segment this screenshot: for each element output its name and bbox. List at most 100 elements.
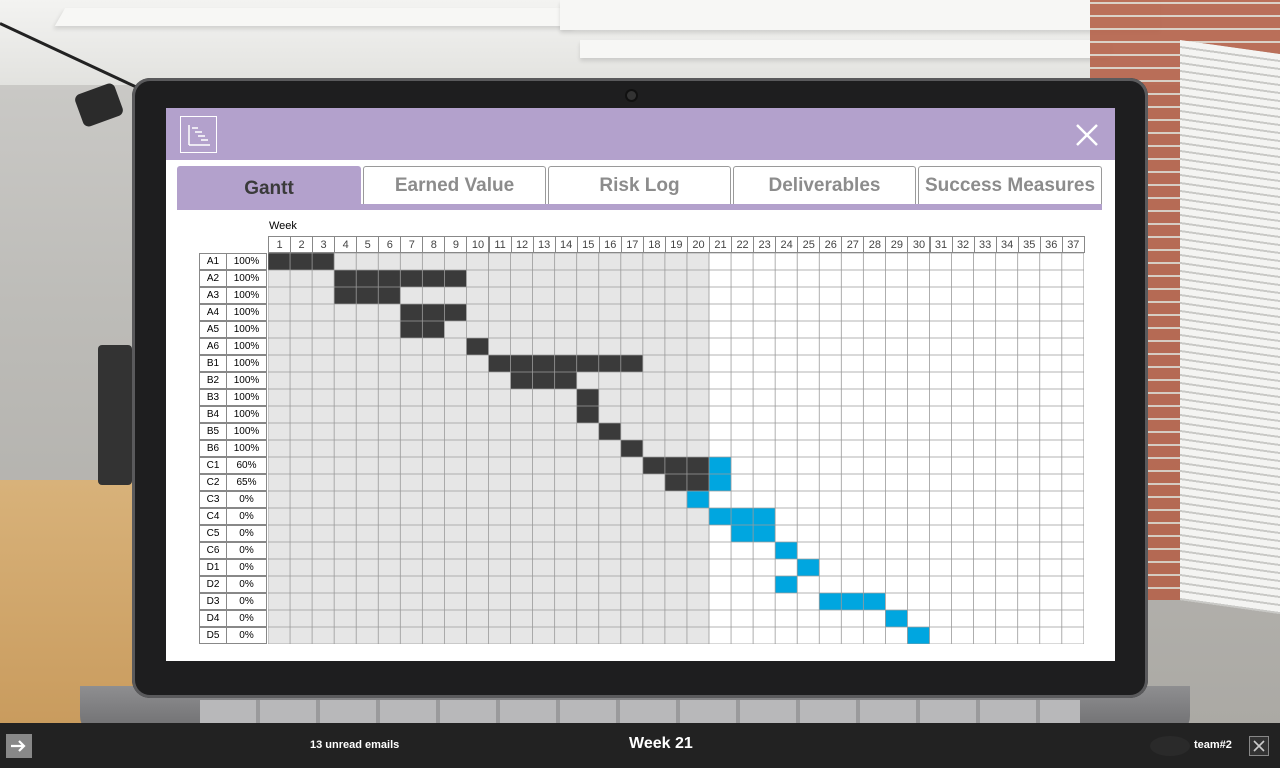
- done-cell-B2-w12: [510, 372, 533, 389]
- week-header-29: 29: [885, 236, 909, 253]
- planned-cell-C1-w21: [709, 457, 732, 474]
- week-header-10: 10: [466, 236, 490, 253]
- done-cell-B2-w13: [532, 372, 555, 389]
- done-cell-C2-w19: [664, 474, 687, 491]
- chair: [98, 345, 132, 485]
- planned-cell-D5-w30: [907, 627, 930, 644]
- planned-cell-C3-w20: [686, 491, 709, 508]
- done-cell-B1-w13: [532, 355, 555, 372]
- week-header-9: 9: [444, 236, 468, 253]
- week-header-34: 34: [995, 236, 1019, 253]
- ceiling-beam: [54, 8, 586, 26]
- task-id: D5: [199, 627, 227, 644]
- done-cell-B1-w11: [488, 355, 511, 372]
- planned-cell-D2-w24: [775, 576, 798, 593]
- week-header-12: 12: [510, 236, 534, 253]
- task-percent-complete: 0%: [227, 610, 267, 627]
- planned-cell-C4-w22: [731, 508, 754, 525]
- done-cell-B1-w12: [510, 355, 533, 372]
- done-cell-A4-w8: [422, 304, 445, 321]
- task-percent-complete: 100%: [227, 338, 267, 355]
- task-percent-complete: 60%: [227, 457, 267, 474]
- tab-earned-value[interactable]: Earned Value: [363, 166, 546, 204]
- navigate-arrow-button[interactable]: [6, 734, 32, 758]
- task-id: A5: [199, 321, 227, 338]
- week-header-2: 2: [290, 236, 314, 253]
- week-header-23: 23: [753, 236, 777, 253]
- scene-background: Gantt Earned Value Risk Log Deliverables…: [0, 0, 1280, 768]
- task-id: C6: [199, 542, 227, 559]
- done-cell-B2-w14: [554, 372, 577, 389]
- team-name: team#2: [1194, 739, 1232, 751]
- planned-cell-D3-w28: [863, 593, 886, 610]
- task-percent-complete: 100%: [227, 253, 267, 270]
- week-header-37: 37: [1061, 236, 1085, 253]
- webcam: [627, 91, 636, 100]
- task-id: C2: [199, 474, 227, 491]
- done-cell-A2-w6: [378, 270, 401, 287]
- planned-cell-C4-w23: [753, 508, 776, 525]
- week-header-28: 28: [863, 236, 887, 253]
- week-header-25: 25: [797, 236, 821, 253]
- tab-success-measures[interactable]: Success Measures: [918, 166, 1102, 204]
- week-header-26: 26: [819, 236, 843, 253]
- week-header-4: 4: [334, 236, 358, 253]
- done-cell-B1-w17: [620, 355, 643, 372]
- task-percent-complete: 100%: [227, 406, 267, 423]
- done-cell-A3-w6: [378, 287, 401, 304]
- week-header-6: 6: [378, 236, 402, 253]
- spot-lamp: [73, 81, 125, 129]
- task-percent-complete: 0%: [227, 542, 267, 559]
- tab-deliverables[interactable]: Deliverables: [733, 166, 916, 204]
- app-window: Gantt Earned Value Risk Log Deliverables…: [166, 108, 1115, 661]
- task-id: C4: [199, 508, 227, 525]
- done-cell-C1-w18: [642, 457, 665, 474]
- task-id: C5: [199, 525, 227, 542]
- planned-cell-D3-w27: [841, 593, 864, 610]
- planned-cell-C4-w21: [709, 508, 732, 525]
- week-header-3: 3: [312, 236, 336, 253]
- mouse: [1150, 736, 1190, 756]
- done-cell-A3-w4: [334, 287, 357, 304]
- done-cell-B1-w15: [576, 355, 599, 372]
- week-header-30: 30: [907, 236, 931, 253]
- task-id: B1: [199, 355, 227, 372]
- week-header-15: 15: [576, 236, 600, 253]
- done-cell-A6-w10: [466, 338, 489, 355]
- task-percent-complete: 100%: [227, 287, 267, 304]
- week-header-11: 11: [488, 236, 512, 253]
- task-percent-complete: 0%: [227, 508, 267, 525]
- done-cell-B1-w14: [554, 355, 577, 372]
- task-percent-complete: 100%: [227, 372, 267, 389]
- done-cell-A4-w7: [400, 304, 423, 321]
- week-header-14: 14: [554, 236, 578, 253]
- task-id: B4: [199, 406, 227, 423]
- week-header-17: 17: [620, 236, 644, 253]
- week-header-20: 20: [686, 236, 710, 253]
- week-header-32: 32: [951, 236, 975, 253]
- title-bar: [166, 108, 1115, 160]
- task-percent-complete: 0%: [227, 576, 267, 593]
- tab-risk-log[interactable]: Risk Log: [548, 166, 731, 204]
- done-cell-A2-w7: [400, 270, 423, 287]
- task-percent-complete: 0%: [227, 559, 267, 576]
- planned-cell-C6-w24: [775, 542, 798, 559]
- week-header-19: 19: [664, 236, 688, 253]
- week-axis-label: Week: [269, 220, 297, 232]
- week-header-1: 1: [268, 236, 292, 253]
- task-id: A4: [199, 304, 227, 321]
- done-cell-A3-w5: [356, 287, 379, 304]
- unread-emails-link[interactable]: 13 unread emails: [310, 739, 399, 751]
- task-id: B5: [199, 423, 227, 440]
- close-icon[interactable]: [1072, 120, 1102, 150]
- week-header-31: 31: [929, 236, 953, 253]
- gantt-grid: [268, 253, 1084, 644]
- exit-button[interactable]: [1249, 736, 1269, 756]
- close-icon: [1253, 740, 1265, 752]
- task-percent-complete: 100%: [227, 270, 267, 287]
- done-cell-A1-w3: [312, 253, 335, 270]
- week-header-7: 7: [400, 236, 424, 253]
- week-header-13: 13: [532, 236, 556, 253]
- task-percent-complete: 0%: [227, 525, 267, 542]
- planned-cell-C2-w21: [709, 474, 732, 491]
